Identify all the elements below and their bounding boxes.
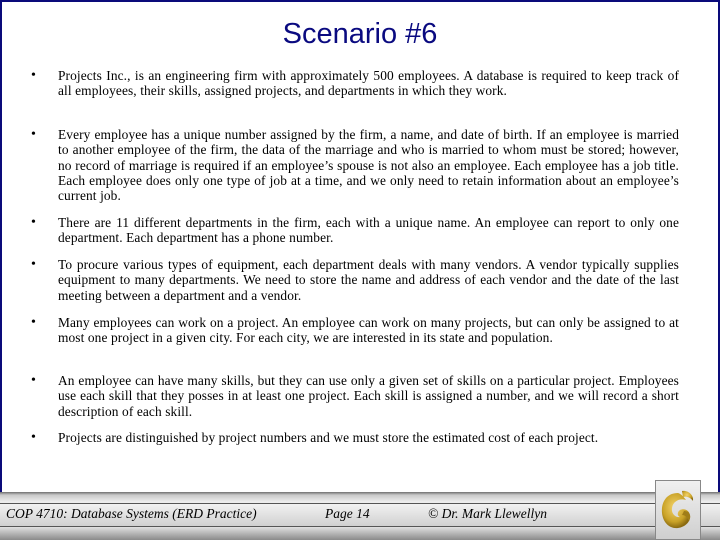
footer-author: © Dr. Mark Llewellyn xyxy=(428,506,547,521)
bullet-icon: • xyxy=(31,257,36,272)
bullet-text: To procure various types of equipment, e… xyxy=(58,257,679,303)
footer-page-number: Page 14 xyxy=(325,506,370,521)
bullet-text: Many employees can work on a project. An… xyxy=(58,315,679,346)
ucf-pegasus-logo-icon xyxy=(655,480,701,540)
bullet-text: There are 11 different departments in th… xyxy=(58,215,679,246)
slide-title: Scenario #6 xyxy=(282,18,438,50)
bullet-text: Projects are distinguished by project nu… xyxy=(58,430,599,445)
bullet-icon: • xyxy=(31,315,36,330)
bullet-icon: • xyxy=(31,215,36,230)
footer-course: COP 4710: Database Systems (ERD Practice… xyxy=(6,506,257,521)
bullet-text: Projects Inc., is an engineering firm wi… xyxy=(58,68,679,99)
bullet-icon: • xyxy=(31,68,36,83)
bullet-icon: • xyxy=(31,373,36,388)
slide-footer: COP 4710: Database Systems (ERD Practice… xyxy=(0,492,720,540)
bullet-icon: • xyxy=(31,430,36,445)
bullet-text: Every employee has a unique number assig… xyxy=(58,127,679,204)
pegasus-logo-icon xyxy=(661,490,694,529)
bullet-icon: • xyxy=(31,127,36,142)
bullet-text: An employee can have many skills, but th… xyxy=(58,373,679,419)
